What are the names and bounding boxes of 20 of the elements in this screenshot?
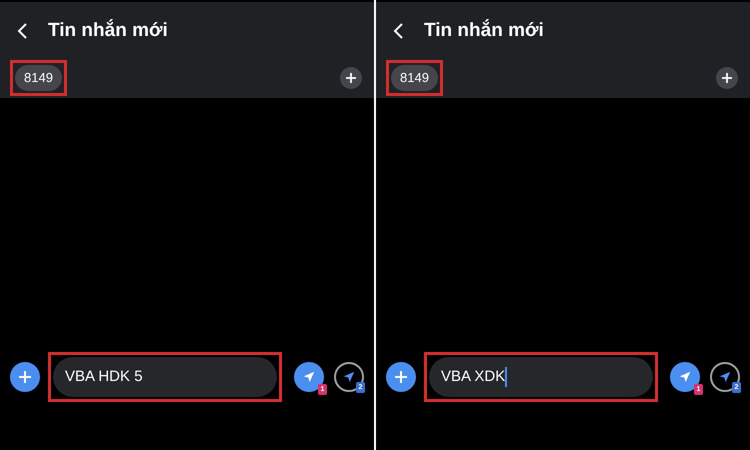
send-icon — [678, 370, 692, 384]
plus-icon — [722, 72, 732, 83]
send-icon — [302, 370, 316, 384]
recipient-chip[interactable]: 8149 — [391, 65, 438, 90]
back-icon[interactable] — [392, 22, 404, 40]
message-field[interactable]: VBA XDK — [429, 357, 653, 397]
window-title: Tin nhắn mới — [48, 18, 168, 43]
attach-button[interactable] — [10, 362, 40, 392]
back-icon[interactable] — [16, 22, 28, 40]
attach-button[interactable] — [386, 362, 416, 392]
plus-icon — [395, 371, 407, 383]
plus-icon — [346, 72, 356, 83]
add-recipient-button[interactable] — [340, 66, 362, 89]
message-field[interactable]: VBA HDK 5 — [53, 357, 277, 397]
window-title: Tin nhắn mới — [424, 18, 544, 43]
send-icon — [718, 370, 732, 384]
add-recipient-button[interactable] — [716, 66, 738, 89]
recipient-chip[interactable]: 8149 — [15, 65, 62, 90]
plus-icon — [19, 371, 31, 383]
send-icon — [342, 370, 356, 384]
